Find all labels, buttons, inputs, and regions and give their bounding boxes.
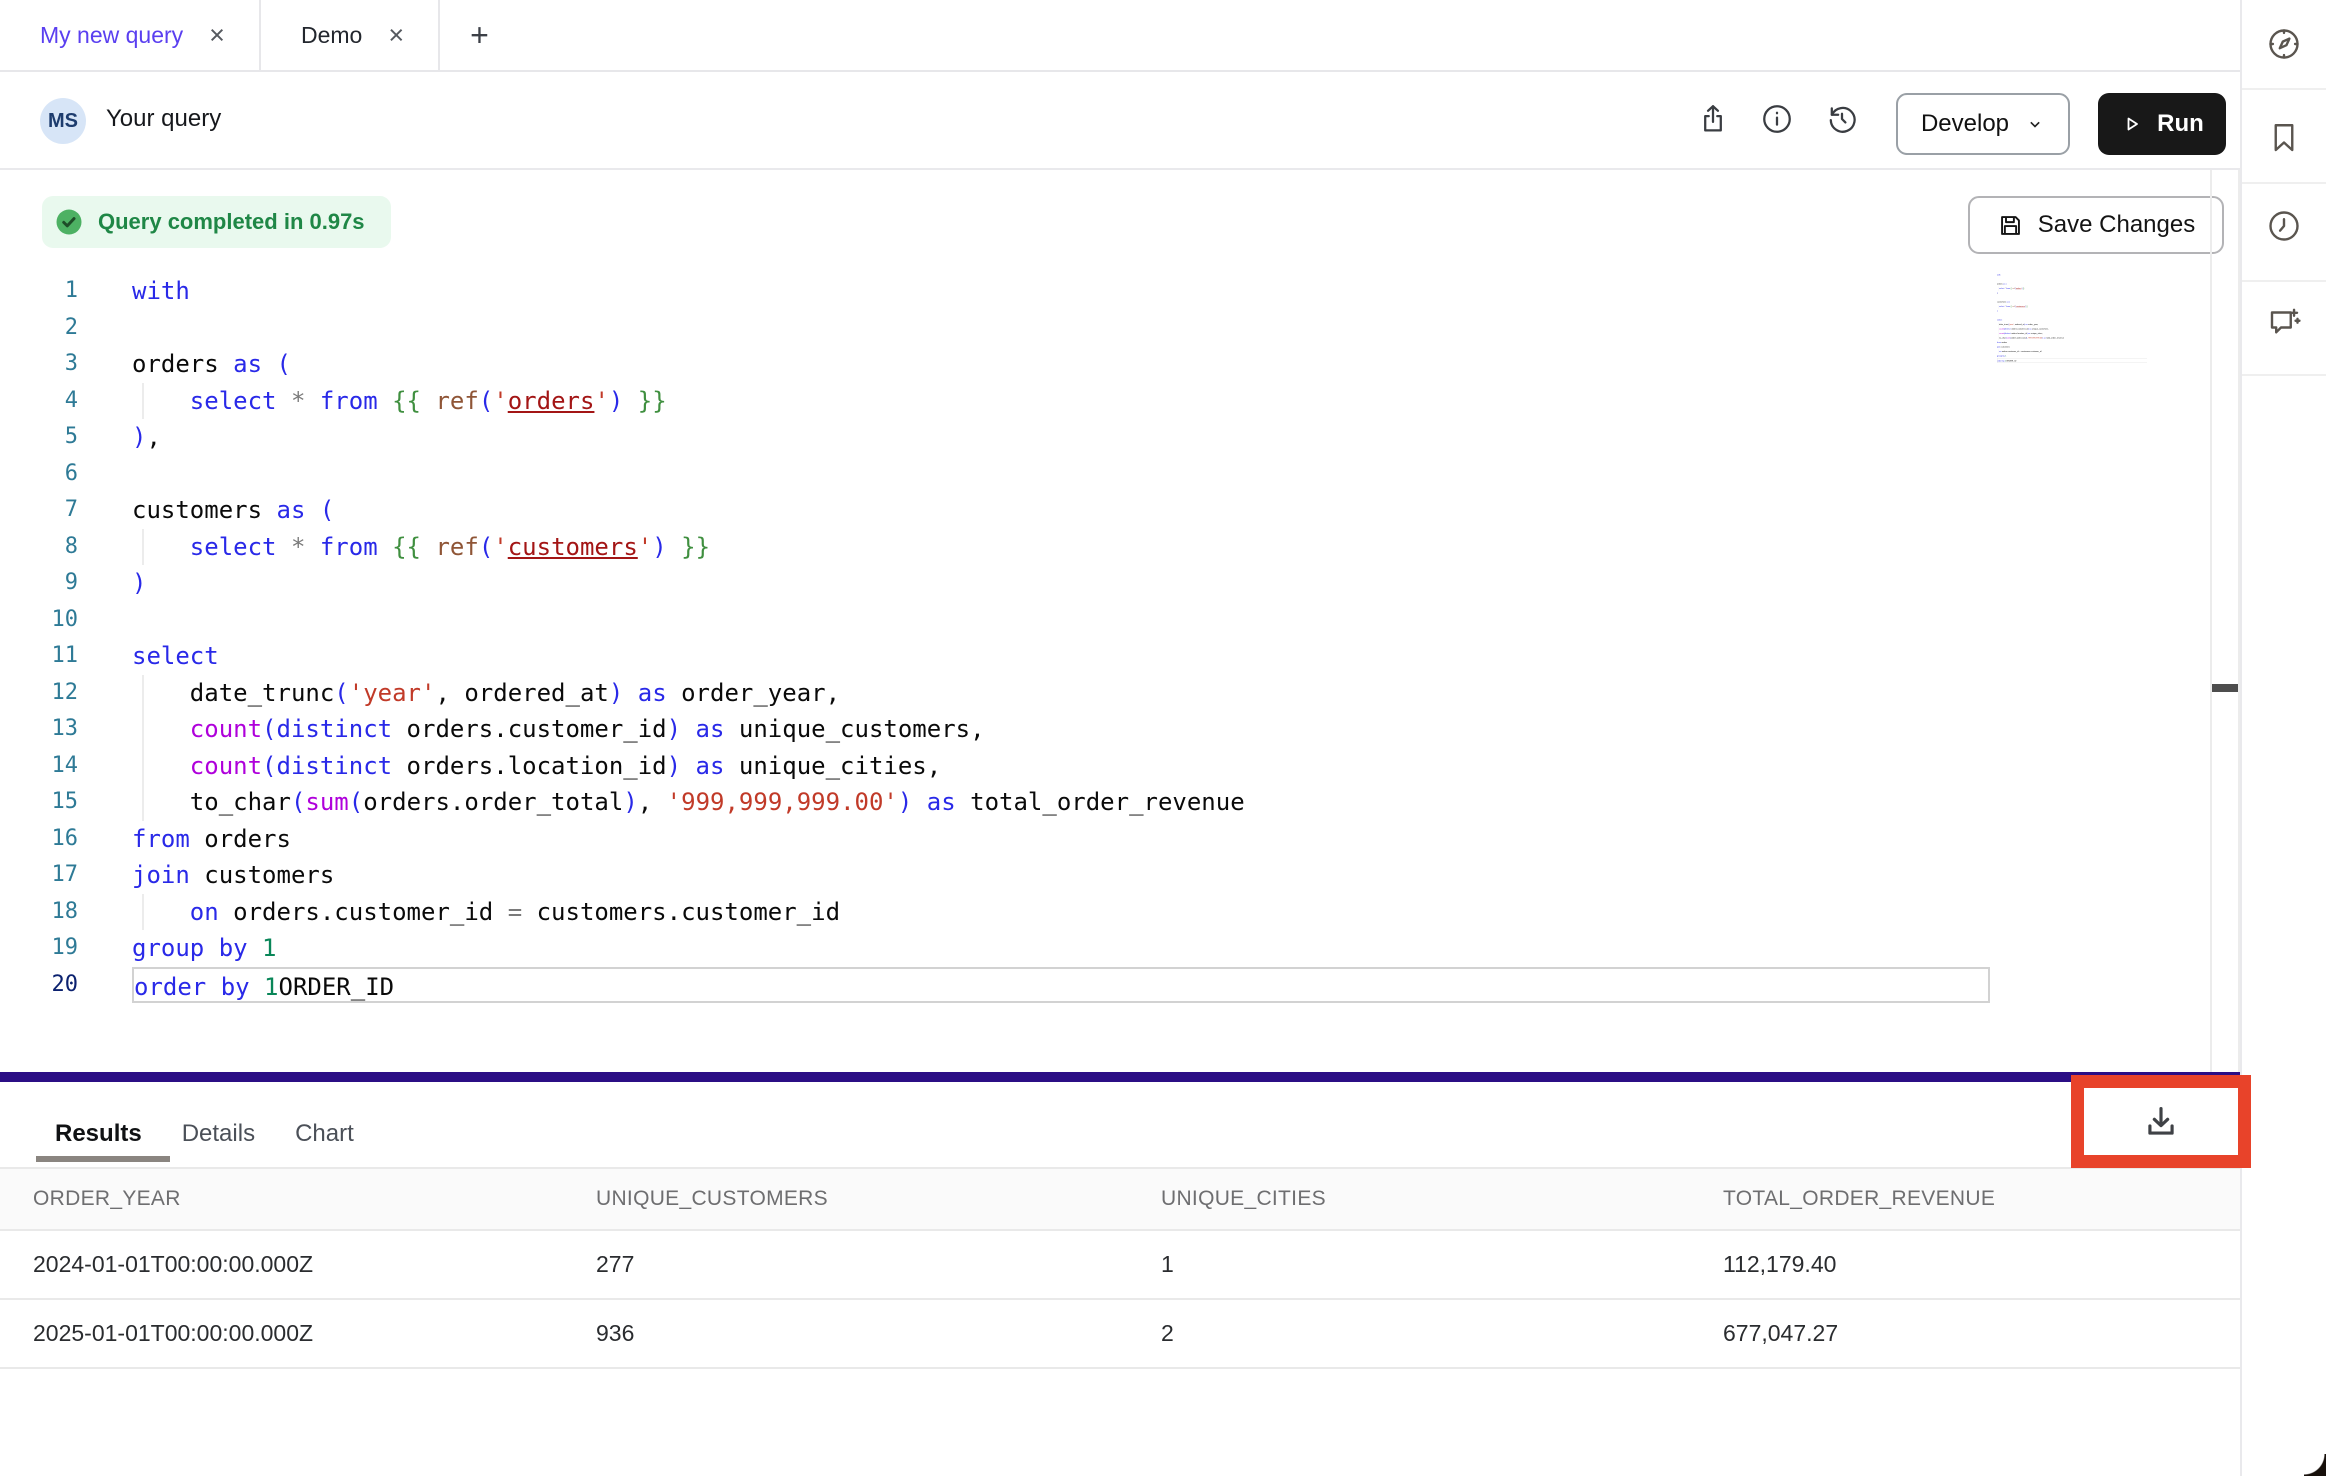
code-line[interactable] bbox=[132, 602, 1990, 639]
sql-editor[interactable]: Query completed in 0.97s Save Changes 12… bbox=[0, 170, 2240, 1072]
history-clock-icon[interactable] bbox=[2266, 208, 2302, 244]
tab-demo[interactable]: Demo × bbox=[261, 0, 440, 70]
minimap[interactable]: withorders as ( select * from {{ ref('or… bbox=[1997, 273, 2147, 533]
table-cell: 1 bbox=[1128, 1251, 1690, 1278]
tab-results[interactable]: Results bbox=[55, 1120, 142, 1148]
sidebar-divider bbox=[2242, 280, 2326, 282]
sidebar-divider bbox=[2242, 88, 2326, 90]
code-line[interactable]: orders as ( bbox=[132, 346, 1990, 383]
history-icon[interactable] bbox=[1825, 102, 1859, 136]
panel-resize-divider[interactable] bbox=[0, 1072, 2240, 1082]
right-sidebar bbox=[2240, 0, 2326, 1476]
app-window: My new query × Demo × + MS Your query De… bbox=[0, 0, 2326, 1476]
column-header: TOTAL_ORDER_REVENUE bbox=[1690, 1187, 2240, 1211]
tab-label: My new query bbox=[40, 22, 183, 49]
table-cell: 2 bbox=[1128, 1320, 1690, 1347]
code-line[interactable]: customers as ( bbox=[132, 492, 1990, 529]
line-number-gutter: 1234567891011121314151617181920 bbox=[0, 273, 78, 1003]
table-header-row: ORDER_YEARUNIQUE_CUSTOMERSUNIQUE_CITIEST… bbox=[0, 1167, 2240, 1231]
overview-ruler[interactable] bbox=[2210, 170, 2240, 1072]
run-label: Run bbox=[2157, 110, 2204, 138]
code-line[interactable]: select * from {{ ref('customers') }} bbox=[132, 529, 1990, 566]
code-line[interactable]: order by 1ORDER_ID bbox=[132, 967, 1990, 1004]
active-tab-indicator bbox=[36, 1156, 170, 1162]
results-tab-bar: Results Details Chart bbox=[55, 1120, 354, 1148]
page-title: Your query bbox=[106, 105, 221, 133]
code-line[interactable]: select * from {{ ref('orders') }} bbox=[132, 383, 1990, 420]
code-line[interactable]: join customers bbox=[132, 857, 1990, 894]
close-icon[interactable]: × bbox=[209, 22, 225, 49]
code-line[interactable]: date_trunc('year', ordered_at) as order_… bbox=[132, 675, 1990, 712]
tab-label: Demo bbox=[301, 22, 362, 49]
code-line[interactable]: group by 1 bbox=[132, 930, 1990, 967]
table-cell: 677,047.27 bbox=[1690, 1320, 2240, 1347]
develop-dropdown[interactable]: Develop bbox=[1896, 93, 2070, 155]
code-line[interactable]: on orders.customer_id = customers.custom… bbox=[132, 894, 1990, 931]
tab-details[interactable]: Details bbox=[182, 1120, 255, 1148]
table-body: 2024-01-01T00:00:00.000Z2771112,179.4020… bbox=[0, 1231, 2240, 1369]
query-header: MS Your query Develop Run bbox=[0, 72, 2240, 170]
code-line[interactable] bbox=[132, 310, 1990, 347]
chevron-down-icon bbox=[2025, 114, 2045, 134]
query-status-badge: Query completed in 0.97s bbox=[42, 196, 391, 248]
table-cell: 277 bbox=[563, 1251, 1128, 1278]
table-cell: 2025-01-01T00:00:00.000Z bbox=[0, 1320, 563, 1347]
code-line[interactable]: count(distinct orders.customer_id) as un… bbox=[132, 711, 1990, 748]
tab-my-new-query[interactable]: My new query × bbox=[0, 0, 261, 70]
ai-assistant-icon[interactable] bbox=[2266, 305, 2302, 341]
info-icon[interactable] bbox=[1760, 102, 1794, 136]
save-changes-button[interactable]: Save Changes bbox=[1968, 196, 2224, 254]
window-corner bbox=[2304, 1454, 2326, 1476]
code-line[interactable]: to_char(sum(orders.order_total), '999,99… bbox=[132, 784, 1990, 821]
compass-icon[interactable] bbox=[2266, 26, 2302, 62]
avatar: MS bbox=[40, 98, 86, 144]
table-cell: 936 bbox=[563, 1320, 1128, 1347]
table-row: 2024-01-01T00:00:00.000Z2771112,179.40 bbox=[0, 1231, 2240, 1300]
sidebar-divider bbox=[2242, 182, 2326, 184]
column-header: UNIQUE_CUSTOMERS bbox=[563, 1187, 1128, 1211]
code-line[interactable]: order by 1ORDER_ID bbox=[1997, 358, 2147, 362]
table-cell: 112,179.40 bbox=[1690, 1251, 2240, 1278]
bookmark-icon[interactable] bbox=[2266, 120, 2302, 156]
play-icon bbox=[2120, 112, 2144, 136]
download-results-button[interactable] bbox=[2142, 1103, 2180, 1141]
results-panel: Results Details Chart ORDER_YEARUNIQUE_C… bbox=[0, 1082, 2240, 1476]
run-button[interactable]: Run bbox=[2098, 93, 2226, 155]
code-line[interactable]: count(distinct orders.location_id) as un… bbox=[132, 748, 1990, 785]
download-icon bbox=[2142, 1103, 2180, 1141]
column-header: ORDER_YEAR bbox=[0, 1187, 563, 1211]
new-tab-button[interactable]: + bbox=[440, 0, 519, 70]
code-line[interactable]: from orders bbox=[132, 821, 1990, 858]
code-line[interactable] bbox=[132, 456, 1990, 493]
save-icon bbox=[1997, 212, 2024, 239]
code-content[interactable]: with orders as ( select * from {{ ref('or… bbox=[132, 273, 1990, 1003]
success-check-icon bbox=[54, 207, 84, 237]
scroll-position-marker[interactable] bbox=[2212, 684, 2238, 692]
column-header: UNIQUE_CITIES bbox=[1128, 1187, 1690, 1211]
code-line[interactable]: with bbox=[132, 273, 1990, 310]
save-label: Save Changes bbox=[2038, 211, 2195, 239]
table-cell: 2024-01-01T00:00:00.000Z bbox=[0, 1251, 563, 1278]
status-text: Query completed in 0.97s bbox=[98, 209, 365, 235]
develop-label: Develop bbox=[1921, 110, 2009, 138]
share-icon[interactable] bbox=[1696, 102, 1730, 136]
sidebar-divider bbox=[2242, 374, 2326, 376]
annotation-highlight bbox=[2071, 1075, 2251, 1168]
code-line[interactable]: select bbox=[132, 638, 1990, 675]
close-icon[interactable]: × bbox=[388, 22, 404, 49]
table-row: 2025-01-01T00:00:00.000Z9362677,047.27 bbox=[0, 1300, 2240, 1369]
tab-bar: My new query × Demo × + bbox=[0, 0, 2240, 72]
code-line[interactable]: ), bbox=[132, 419, 1990, 456]
tab-chart[interactable]: Chart bbox=[295, 1120, 354, 1148]
code-line[interactable]: ) bbox=[132, 565, 1990, 602]
